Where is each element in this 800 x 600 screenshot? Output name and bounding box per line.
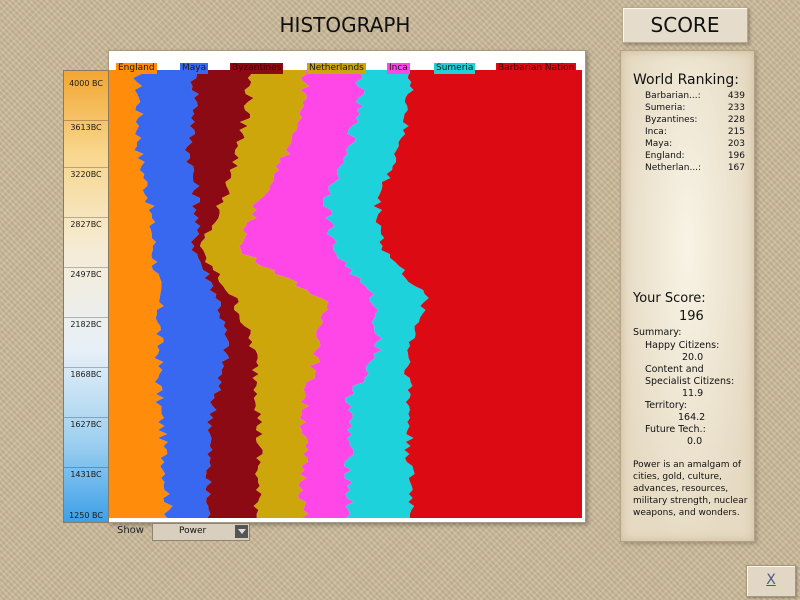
- summary-label: Summary:: [633, 327, 682, 338]
- timeline-label: 1627BC: [70, 420, 102, 429]
- timeline-label: 3613BC: [70, 123, 102, 132]
- timeline-bar: 4000 BC 3613BC 3220BC 2827BC 2497BC 2182BC 186…: [63, 70, 109, 523]
- ranking-civ-value: 167: [727, 163, 745, 173]
- ranking-row: Maya: 203: [645, 139, 745, 151]
- legend-item: Maya: [180, 63, 209, 74]
- specialist-citizens-label: Specialist Citizens:: [645, 376, 735, 387]
- ranking-civ-name: Barbarian...:: [645, 91, 701, 101]
- future-tech-label: Future Tech.:: [645, 424, 706, 435]
- ranking-row: Sumeria: 233: [645, 103, 745, 115]
- world-ranking-title: World Ranking:: [633, 72, 739, 88]
- show-dropdown-value: Power: [179, 526, 207, 536]
- legend-item: England: [116, 63, 157, 74]
- power-description: Power is an amalgam of cities, gold, cul…: [633, 460, 748, 518]
- timeline-label: 2182BC: [70, 320, 102, 329]
- ranking-civ-name: Inca:: [645, 127, 667, 137]
- timeline-tick: [64, 217, 108, 218]
- show-label: Show: [117, 525, 144, 536]
- score-tab-label: SCORE: [650, 13, 720, 37]
- timeline-tick: [64, 367, 108, 368]
- score-tab[interactable]: SCORE: [622, 7, 748, 43]
- chevron-down-icon[interactable]: [235, 525, 248, 538]
- timeline-label: 2497BC: [70, 270, 102, 279]
- timeline-label: 3220BC: [70, 170, 102, 179]
- your-score-value: 196: [679, 309, 704, 324]
- close-button[interactable]: X: [746, 565, 796, 597]
- timeline-label: 1250 BC: [69, 511, 103, 520]
- timeline-label: 1868BC: [70, 370, 102, 379]
- ranking-row: Barbarian...: 439: [645, 91, 745, 103]
- timeline-label: 1431BC: [70, 470, 102, 479]
- ranking-civ-value: 439: [727, 91, 745, 101]
- ranking-civ-name: Maya:: [645, 139, 673, 149]
- ranking-row: Inca: 215: [645, 127, 745, 139]
- score-panel: World Ranking: Barbarian...: 439 Sumeria: 2…: [620, 50, 755, 542]
- power-histograph: [109, 70, 582, 518]
- ranking-civ-name: Sumeria:: [645, 103, 686, 113]
- content-citizens-label: Content and: [645, 364, 704, 375]
- ranking-row: Netherlan...: 167: [645, 163, 745, 175]
- ranking-row: Byzantines: 228: [645, 115, 745, 127]
- ranking-civ-name: England:: [645, 151, 685, 161]
- legend-item: Netherlands: [307, 63, 366, 74]
- ranking-civ-value: 228: [727, 115, 745, 125]
- timeline-tick: [64, 317, 108, 318]
- timeline-tick: [64, 417, 108, 418]
- territory-label: Territory:: [645, 400, 687, 411]
- happy-citizens-value: 20.0: [682, 352, 704, 363]
- territory-value: 164.2: [678, 412, 706, 423]
- ranking-civ-value: 203: [727, 139, 745, 149]
- your-score-title: Your Score:: [633, 291, 706, 306]
- show-row: Show Power: [110, 521, 310, 543]
- ranking-civ-value: 215: [727, 127, 745, 137]
- ranking-civ-value: 233: [727, 103, 745, 113]
- legend-item: Sumeria: [434, 63, 476, 74]
- timeline-label: 2827BC: [70, 220, 102, 229]
- legend-item: Byzantines: [230, 63, 284, 74]
- content-citizens-value: 11.9: [682, 388, 704, 399]
- show-dropdown[interactable]: Power: [152, 523, 250, 541]
- ranking-civ-name: Byzantines:: [645, 115, 698, 125]
- ranking-civ-value: 196: [727, 151, 745, 161]
- histograph-title: HISTOGRAPH: [279, 13, 411, 37]
- timeline-label: 4000 BC: [69, 79, 103, 88]
- ranking-civ-name: Netherlan...:: [645, 163, 702, 173]
- future-tech-value: 0.0: [687, 436, 703, 447]
- legend-item: Barbarian Nation: [496, 63, 577, 74]
- timeline-tick: [64, 467, 108, 468]
- close-icon: X: [766, 572, 776, 588]
- ranking-row: England: 196: [645, 151, 745, 163]
- timeline-tick: [64, 167, 108, 168]
- happy-citizens-label: Happy Citizens:: [645, 340, 720, 351]
- timeline-tick: [64, 267, 108, 268]
- legend-item: Inca: [387, 63, 410, 74]
- timeline-tick: [64, 120, 108, 121]
